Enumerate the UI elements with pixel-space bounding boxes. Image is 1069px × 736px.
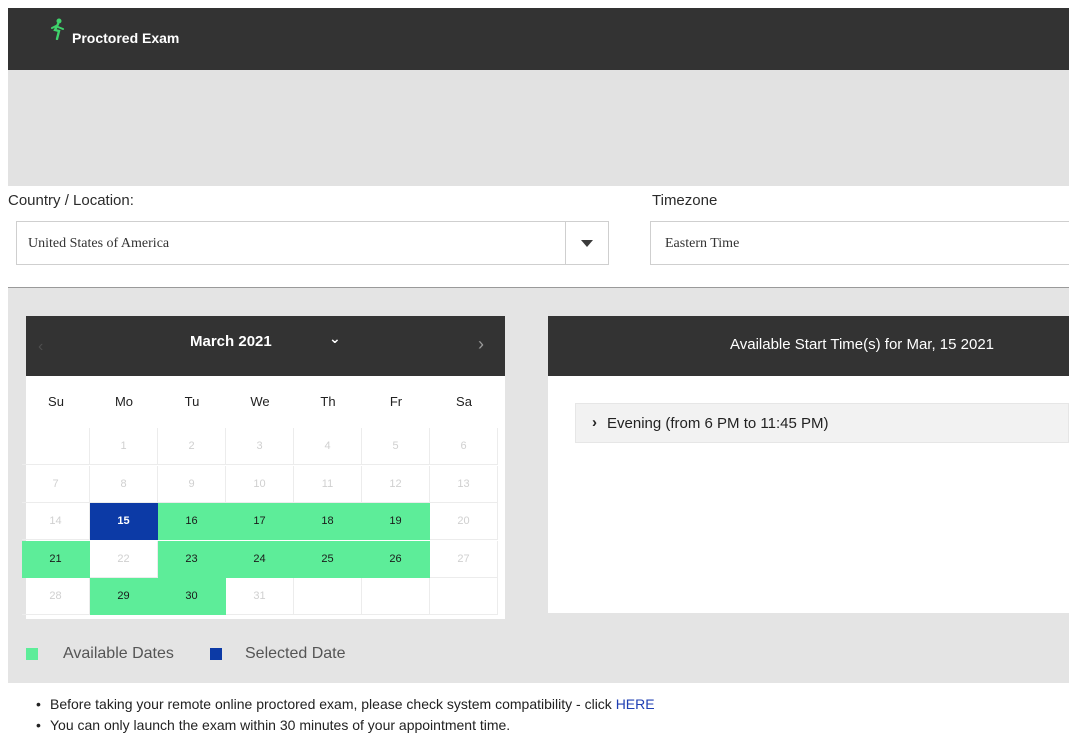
timezone-value: Eastern Time — [665, 236, 740, 251]
calendar-day-31: 31 — [226, 578, 294, 615]
calendar-day-15[interactable]: 15 — [90, 503, 158, 540]
calendar-month-label[interactable]: March 2021 — [190, 333, 272, 350]
available-times-header: Available Start Time(s) for Mar, 15 2021 — [548, 316, 1069, 376]
available-times-panel: Available Start Time(s) for Mar, 15 2021… — [548, 316, 1069, 613]
calendar-day-22: 22 — [90, 540, 158, 578]
timezone-label: Timezone — [652, 192, 718, 209]
instruction-item: Before taking your remote online proctor… — [50, 694, 655, 715]
calendar-day-27: 27 — [430, 540, 498, 578]
bullet: • — [36, 717, 41, 733]
available-swatch — [26, 648, 38, 660]
time-group-label: Evening (from 6 PM to 11:45 PM) — [607, 415, 829, 432]
calendar-day-30[interactable]: 30 — [158, 578, 226, 615]
calendar-day-28: 28 — [22, 578, 90, 615]
calendar-day-17[interactable]: 17 — [226, 503, 294, 540]
calendar-day-5: 5 — [362, 428, 430, 465]
banner-area — [8, 70, 1069, 186]
calendar-day-10: 10 — [226, 465, 294, 503]
country-select[interactable]: United States of America — [16, 221, 609, 265]
weekday-label: Tu — [184, 394, 200, 409]
month-dropdown-chevron-icon[interactable]: ⌄ — [329, 330, 341, 347]
calendar-day-26[interactable]: 26 — [362, 540, 430, 578]
calendar-day-11: 11 — [294, 465, 362, 503]
country-label: Country / Location: — [8, 192, 134, 209]
weekday-label: We — [250, 394, 270, 409]
calendar-day-14: 14 — [22, 503, 90, 540]
weekday-label: Mo — [114, 394, 134, 409]
weekday-label: Th — [320, 394, 336, 409]
calendar-day-8: 8 — [90, 465, 158, 503]
country-value: United States of America — [28, 236, 170, 251]
calendar-day-25[interactable]: 25 — [294, 540, 362, 578]
available-times-title: Available Start Time(s) for Mar, 15 2021 — [730, 336, 995, 353]
calendar-day-19[interactable]: 19 — [362, 503, 430, 540]
instruction-text: Before taking your remote online proctor… — [50, 696, 616, 712]
person-runner-icon — [51, 18, 64, 40]
app-header: Proctored Exam — [8, 8, 1069, 70]
calendar-day-13: 13 — [430, 465, 498, 503]
calendar: ‹ March 2021 ⌄ › Su Mo Tu We Th Fr Sa 12… — [22, 316, 505, 619]
weekday-label: Fr — [389, 394, 403, 409]
timezone-select[interactable]: Eastern Time — [650, 221, 1069, 265]
calendar-day-9: 9 — [158, 465, 226, 503]
calendar-day-4: 4 — [294, 428, 362, 465]
weekday-label: Su — [48, 394, 64, 409]
legend-available-label: Available Dates — [63, 645, 174, 662]
weekday-label: Sa — [456, 394, 472, 409]
calendar-day-29[interactable]: 29 — [90, 578, 158, 615]
calendar-day-2: 2 — [158, 428, 226, 465]
app-title: Proctored Exam — [72, 30, 180, 46]
compatibility-check-link[interactable]: HERE — [616, 696, 655, 712]
calendar-day-21[interactable]: 21 — [22, 540, 90, 578]
calendar-day-1: 1 — [90, 428, 158, 465]
next-month-icon[interactable]: › — [478, 334, 484, 355]
calendar-day-20: 20 — [430, 503, 498, 540]
chevron-right-icon: › — [592, 414, 597, 431]
instruction-item: You can only launch the exam within 30 m… — [50, 717, 511, 733]
chevron-down-icon — [581, 239, 593, 247]
prev-month-icon[interactable]: ‹ — [38, 338, 43, 356]
time-group-evening[interactable]: › Evening (from 6 PM to 11:45 PM) — [575, 403, 1069, 443]
calendar-day-24[interactable]: 24 — [226, 540, 294, 578]
bullet: • — [36, 696, 41, 712]
legend-selected-label: Selected Date — [245, 645, 346, 662]
calendar-empty-cell — [22, 428, 90, 465]
calendar-empty-cell — [294, 578, 362, 615]
calendar-header: ‹ March 2021 ⌄ › — [26, 316, 505, 376]
calendar-empty-cell — [430, 578, 498, 615]
calendar-day-16[interactable]: 16 — [158, 503, 226, 540]
calendar-day-23[interactable]: 23 — [158, 540, 226, 578]
calendar-empty-cell — [362, 578, 430, 615]
calendar-day-3: 3 — [226, 428, 294, 465]
weekday-header-row: Su Mo Tu We Th Fr Sa — [26, 376, 505, 428]
calendar-day-12: 12 — [362, 465, 430, 503]
calendar-day-18[interactable]: 18 — [294, 503, 362, 540]
country-dropdown-toggle[interactable] — [565, 222, 608, 264]
selected-swatch — [210, 648, 222, 660]
calendar-day-7: 7 — [22, 465, 90, 503]
calendar-day-6: 6 — [430, 428, 498, 465]
